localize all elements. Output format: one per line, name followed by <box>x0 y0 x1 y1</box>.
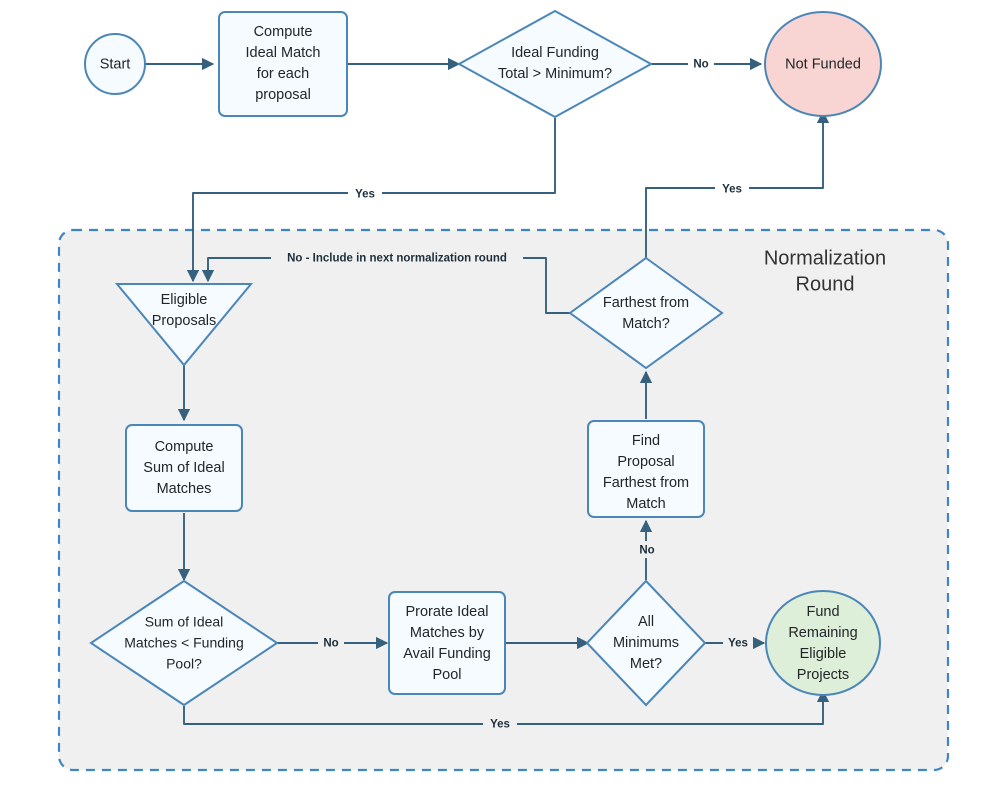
node-find-proposal-farthest[interactable]: Find Proposal Farthest from Match <box>587 420 705 518</box>
node-compute-ideal-match[interactable]: Compute Ideal Match for each proposal <box>218 11 348 117</box>
all-minimums-met-label-1: All <box>638 614 654 630</box>
flowchart-svg: Normalization Round not funded --> No el… <box>57 9 950 772</box>
normalization-round-title-line1: Normalization <box>764 247 886 269</box>
eligible-proposals-label-1: Eligible <box>161 292 208 308</box>
eligible-proposals-label-2: Proposals <box>152 313 216 329</box>
ideal-funding-total-label-2: Total > Minimum? <box>498 66 612 82</box>
ideal-funding-total-shape <box>456 9 654 119</box>
find-proposal-farthest-label-1: Find <box>632 433 660 449</box>
fund-remaining-label-4: Projects <box>797 667 849 683</box>
compute-ideal-match-label-1: Compute <box>254 24 313 40</box>
compute-ideal-match-label-4: proposal <box>255 87 311 103</box>
node-ideal-funding-total[interactable]: Ideal Funding Total > Minimum? <box>456 9 654 119</box>
node-start[interactable]: Start <box>84 33 146 95</box>
all-minimums-met-label-2: Minimums <box>613 635 679 651</box>
flowchart-canvas: Normalization Round not funded --> No el… <box>0 0 998 794</box>
compute-ideal-match-label-2: Ideal Match <box>246 45 321 61</box>
sum-vs-pool-label-3: Pool? <box>166 656 202 672</box>
prorate-label-2: Matches by <box>410 625 485 641</box>
edge-label-sum-no: No <box>323 638 338 650</box>
node-not-funded[interactable]: Not Funded <box>764 11 882 117</box>
edge-label-minimums-yes: Yes <box>728 638 748 650</box>
node-prorate-ideal-matches[interactable]: Prorate Ideal Matches by Avail Funding P… <box>388 591 506 695</box>
find-proposal-farthest-label-4: Match <box>626 496 666 512</box>
fund-remaining-label-3: Eligible <box>800 646 847 662</box>
farthest-from-match-label-1: Farthest from <box>603 295 689 311</box>
start-label: Start <box>100 56 131 72</box>
prorate-label-4: Pool <box>432 667 461 683</box>
edge-label-ideal-no: No <box>693 59 708 71</box>
compute-sum-label-1: Compute <box>155 439 214 455</box>
node-compute-sum-ideal-matches[interactable]: Compute Sum of Ideal Matches <box>125 424 243 512</box>
prorate-label-1: Prorate Ideal <box>405 604 488 620</box>
edge-label-ideal-yes: Yes <box>355 189 375 201</box>
edge-label-farthest-yes: Yes <box>722 184 742 196</box>
edge-label-no-include: No - Include in next normalization round <box>287 253 507 265</box>
sum-vs-pool-label-2: Matches < Funding <box>124 635 243 651</box>
sum-vs-pool-label-1: Sum of Ideal <box>145 614 224 630</box>
fund-remaining-label-2: Remaining <box>788 625 857 641</box>
fund-remaining-label-1: Fund <box>806 604 839 620</box>
edge-label-sum-yes: Yes <box>490 719 510 731</box>
farthest-from-match-label-2: Match? <box>622 316 670 332</box>
ideal-funding-total-label-1: Ideal Funding <box>511 45 599 61</box>
compute-sum-label-3: Matches <box>157 481 212 497</box>
prorate-label-3: Avail Funding <box>403 646 491 662</box>
normalization-round-title-line2: Round <box>796 273 855 295</box>
compute-sum-label-2: Sum of Ideal <box>143 460 224 476</box>
find-proposal-farthest-label-2: Proposal <box>617 454 674 470</box>
not-funded-label: Not Funded <box>785 56 861 72</box>
compute-ideal-match-label-3: for each <box>257 66 309 82</box>
all-minimums-met-label-3: Met? <box>630 656 662 672</box>
find-proposal-farthest-label-3: Farthest from <box>603 475 689 491</box>
node-fund-remaining[interactable]: Fund Remaining Eligible Projects <box>765 590 881 696</box>
edge-label-minimums-no: No <box>639 545 654 557</box>
